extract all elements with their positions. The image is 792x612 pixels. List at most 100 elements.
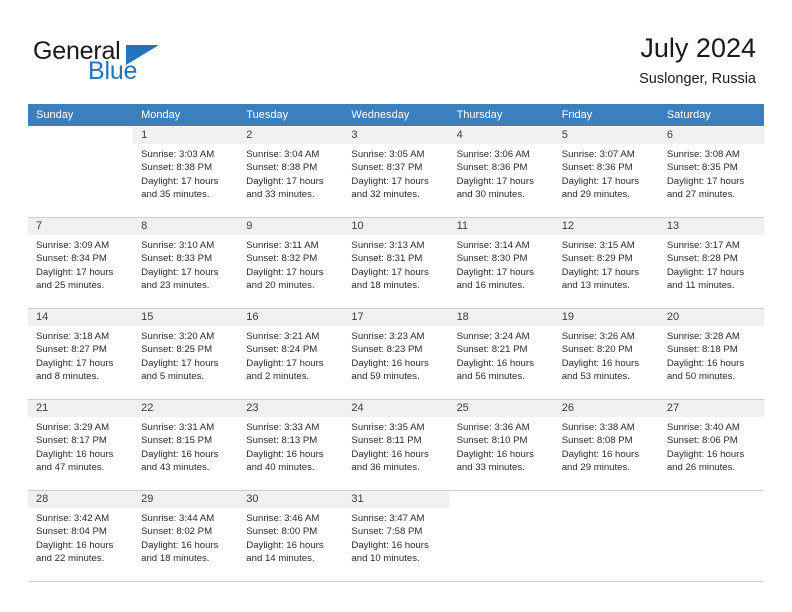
daylight-text: Daylight: 17 hours — [246, 266, 324, 278]
weekday-header-friday: Friday — [553, 104, 659, 127]
calendar-day-cell[interactable]: 26 Sunrise: 3:38 AM Sunset: 8:08 PM Dayligh… — [553, 399, 659, 491]
daylight-text-cont: and 53 minutes. — [561, 371, 630, 383]
calendar-day-cell[interactable]: 4 Sunrise: 3:06 AM Sunset: 8:36 PM Daylight… — [448, 126, 554, 218]
calendar-day-cell[interactable]: 9 Sunrise: 3:11 AM Sunset: 8:32 PM Daylight… — [238, 217, 344, 309]
weekday-header-tuesday: Tuesday — [238, 104, 344, 127]
calendar-day-cell[interactable]: 11 Sunrise: 3:14 AM Sunset: 8:30 PM Dayligh… — [448, 217, 554, 309]
day-number: 15 — [133, 309, 239, 326]
daylight-text-cont: and 59 minutes. — [351, 371, 420, 383]
day-details: Sunrise: 3:23 AM Sunset: 8:23 PM Daylight:… — [343, 326, 448, 384]
day-cell-inner — [554, 491, 659, 581]
calendar-day-cell[interactable]: 20 Sunrise: 3:28 AM Sunset: 8:18 PM Dayligh… — [658, 308, 764, 400]
daylight-text: Daylight: 17 hours — [351, 266, 429, 278]
day-number: 3 — [343, 127, 449, 144]
day-details: Sunrise: 3:14 AM Sunset: 8:30 PM Daylight:… — [449, 235, 554, 293]
day-details: Sunrise: 3:05 AM Sunset: 8:37 PM Daylight:… — [343, 144, 448, 202]
day-cell-inner: 22 Sunrise: 3:31 AM Sunset: 8:15 PM Dayligh… — [133, 400, 239, 490]
day-number: 20 — [658, 309, 764, 326]
sunset-text: Sunset: 8:00 PM — [246, 526, 318, 538]
day-details: Sunrise: 3:18 AM Sunset: 8:27 PM Daylight:… — [28, 326, 133, 384]
sunset-text: Sunset: 8:21 PM — [456, 344, 528, 356]
daylight-text-cont: and 40 minutes. — [246, 462, 315, 474]
day-details: Sunrise: 3:13 AM Sunset: 8:31 PM Daylight:… — [343, 235, 448, 293]
day-details: Sunrise: 3:38 AM Sunset: 8:08 PM Daylight:… — [554, 417, 659, 475]
calendar-day-cell[interactable]: 21 Sunrise: 3:29 AM Sunset: 8:17 PM Dayligh… — [28, 399, 134, 491]
calendar-day-cell[interactable]: 29 Sunrise: 3:44 AM Sunset: 8:02 PM Dayligh… — [133, 490, 239, 582]
sunset-text: Sunset: 8:15 PM — [141, 435, 213, 447]
daylight-text: Daylight: 16 hours — [666, 357, 745, 369]
calendar-day-cell[interactable]: 3 Sunrise: 3:05 AM Sunset: 8:37 PM Daylight… — [343, 126, 449, 218]
day-details: Sunrise: 3:20 AM Sunset: 8:25 PM Daylight:… — [133, 326, 238, 384]
daylight-text-cont: and 47 minutes. — [36, 462, 105, 474]
general-blue-logo[interactable]: General Blue — [33, 38, 193, 88]
day-details: Sunrise: 3:03 AM Sunset: 8:38 PM Daylight:… — [133, 144, 238, 202]
calendar-day-cell[interactable]: 24 Sunrise: 3:35 AM Sunset: 8:11 PM Dayligh… — [343, 399, 449, 491]
sunrise-text: Sunrise: 3:10 AM — [141, 240, 215, 251]
calendar-day-cell[interactable]: 6 Sunrise: 3:08 AM Sunset: 8:35 PM Daylight… — [658, 126, 764, 218]
sunrise-text: Sunrise: 3:33 AM — [246, 422, 320, 433]
sunrise-text: Sunrise: 3:44 AM — [141, 513, 215, 524]
sunrise-text: Sunrise: 3:17 AM — [666, 240, 740, 251]
sunrise-text: Sunrise: 3:31 AM — [141, 422, 215, 433]
daylight-text: Daylight: 17 hours — [666, 266, 745, 278]
calendar-day-cell[interactable]: 15 Sunrise: 3:20 AM Sunset: 8:25 PM Dayligh… — [133, 308, 239, 400]
day-number: 21 — [28, 400, 134, 417]
calendar-day-cell[interactable]: 23 Sunrise: 3:33 AM Sunset: 8:13 PM Dayligh… — [238, 399, 344, 491]
day-details: Sunrise: 3:06 AM Sunset: 8:36 PM Daylight:… — [449, 144, 554, 202]
daylight-text-cont: and 33 minutes. — [456, 462, 525, 474]
sunset-text: Sunset: 8:13 PM — [246, 435, 318, 447]
calendar-day-cell[interactable]: 8 Sunrise: 3:10 AM Sunset: 8:33 PM Daylight… — [133, 217, 239, 309]
calendar-day-cell[interactable]: 30 Sunrise: 3:46 AM Sunset: 8:00 PM Dayligh… — [238, 490, 344, 582]
calendar-day-cell[interactable]: 14 Sunrise: 3:18 AM Sunset: 8:27 PM Dayligh… — [28, 308, 134, 400]
day-details: Sunrise: 3:08 AM Sunset: 8:35 PM Daylight:… — [659, 144, 764, 202]
daylight-text: Daylight: 17 hours — [456, 175, 534, 187]
sunrise-text: Sunrise: 3:40 AM — [666, 422, 740, 433]
day-cell-inner — [28, 127, 133, 217]
calendar-body: 1 Sunrise: 3:03 AM Sunset: 8:38 PM Daylight… — [28, 126, 764, 582]
calendar-day-cell[interactable]: 2 Sunrise: 3:04 AM Sunset: 8:38 PM Daylight… — [238, 126, 344, 218]
calendar-day-cell[interactable]: 25 Sunrise: 3:36 AM Sunset: 8:10 PM Dayligh… — [448, 399, 554, 491]
sunrise-text: Sunrise: 3:46 AM — [246, 513, 320, 524]
daylight-text-cont: and 36 minutes. — [351, 462, 420, 474]
calendar-day-cell[interactable]: 1 Sunrise: 3:03 AM Sunset: 8:38 PM Daylight… — [133, 126, 239, 218]
day-number: 6 — [658, 127, 764, 144]
calendar-day-cell[interactable]: 17 Sunrise: 3:23 AM Sunset: 8:23 PM Dayligh… — [343, 308, 449, 400]
day-number: 10 — [343, 218, 449, 235]
calendar-day-cell[interactable]: 19 Sunrise: 3:26 AM Sunset: 8:20 PM Dayligh… — [553, 308, 659, 400]
sunset-text: Sunset: 8:25 PM — [141, 344, 213, 356]
calendar-day-cell[interactable]: 5 Sunrise: 3:07 AM Sunset: 8:36 PM Daylight… — [553, 126, 659, 218]
day-cell-inner: 18 Sunrise: 3:24 AM Sunset: 8:21 PM Dayligh… — [448, 309, 554, 399]
sunrise-text: Sunrise: 3:23 AM — [351, 331, 425, 342]
calendar-day-cell[interactable]: 18 Sunrise: 3:24 AM Sunset: 8:21 PM Dayligh… — [448, 308, 554, 400]
page-header: General Blue July 2024 Suslonger, Russia — [0, 0, 792, 104]
calendar-day-cell[interactable]: 10 Sunrise: 3:13 AM Sunset: 8:31 PM Dayligh… — [343, 217, 449, 309]
calendar-day-cell[interactable]: 22 Sunrise: 3:31 AM Sunset: 8:15 PM Dayligh… — [133, 399, 239, 491]
daylight-text-cont: and 10 minutes. — [351, 553, 420, 565]
daylight-text: Daylight: 17 hours — [36, 266, 114, 278]
daylight-text-cont: and 30 minutes. — [456, 189, 525, 201]
calendar-day-cell[interactable]: 12 Sunrise: 3:15 AM Sunset: 8:29 PM Dayligh… — [553, 217, 659, 309]
day-details: Sunrise: 3:24 AM Sunset: 8:21 PM Daylight:… — [449, 326, 554, 384]
calendar-day-cell[interactable]: 16 Sunrise: 3:21 AM Sunset: 8:24 PM Dayligh… — [238, 308, 344, 400]
sunset-text: Sunset: 8:30 PM — [456, 253, 528, 265]
day-cell-inner: 11 Sunrise: 3:14 AM Sunset: 8:30 PM Dayligh… — [448, 218, 554, 308]
calendar-day-cell[interactable]: 13 Sunrise: 3:17 AM Sunset: 8:28 PM Dayligh… — [658, 217, 764, 309]
day-details: Sunrise: 3:31 AM Sunset: 8:15 PM Daylight:… — [133, 417, 238, 475]
day-cell-inner: 20 Sunrise: 3:28 AM Sunset: 8:18 PM Dayligh… — [658, 309, 764, 399]
day-number: 5 — [553, 127, 659, 144]
sunrise-text: Sunrise: 3:47 AM — [351, 513, 425, 524]
daylight-text: Daylight: 17 hours — [351, 175, 429, 187]
daylight-text: Daylight: 17 hours — [246, 357, 324, 369]
day-number: 17 — [343, 309, 449, 326]
daylight-text-cont: and 18 minutes. — [351, 280, 420, 292]
day-details: Sunrise: 3:44 AM Sunset: 8:02 PM Daylight:… — [133, 508, 238, 566]
day-details: Sunrise: 3:10 AM Sunset: 8:33 PM Daylight:… — [133, 235, 238, 293]
daylight-text-cont: and 20 minutes. — [246, 280, 315, 292]
sunrise-text: Sunrise: 3:04 AM — [246, 149, 320, 160]
weekday-header-row: Sunday Monday Tuesday Wednesday Thursday Frid… — [28, 104, 764, 127]
calendar-day-cell[interactable]: 31 Sunrise: 3:47 AM Sunset: 7:58 PM Dayligh… — [343, 490, 449, 582]
calendar-cell-empty — [448, 490, 554, 582]
calendar-day-cell[interactable]: 7 Sunrise: 3:09 AM Sunset: 8:34 PM Daylight… — [28, 217, 134, 309]
calendar-day-cell[interactable]: 27 Sunrise: 3:40 AM Sunset: 8:06 PM Dayligh… — [658, 399, 764, 491]
calendar-day-cell[interactable]: 28 Sunrise: 3:42 AM Sunset: 8:04 PM Dayligh… — [28, 490, 134, 582]
